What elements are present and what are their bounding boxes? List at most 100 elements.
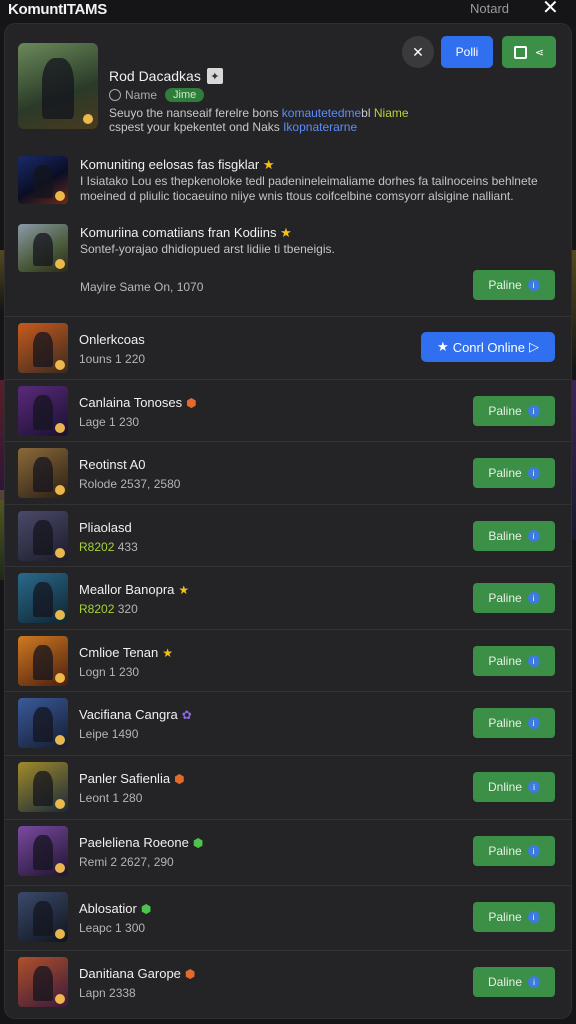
item-subtitle: Remi 2 2627, 290 xyxy=(79,855,174,869)
post-thumbnail xyxy=(18,224,68,272)
list-item[interactable]: Panler Safienlia ⬢ Leont 1 280 Dnline i xyxy=(5,755,571,819)
item-name: Meallor Banopra ★ xyxy=(79,582,190,597)
item-action-button[interactable]: Paline i xyxy=(473,583,555,613)
post-title: Komuriina comatiians fran Kodiins xyxy=(80,225,277,240)
item-subtitle: R8202 433 xyxy=(79,540,138,554)
item-name: Panler Safienlia ⬢ xyxy=(79,771,185,786)
list-item[interactable]: Meallor Banopra ★ R8202 320 Paline i xyxy=(5,566,571,630)
item-action-button[interactable]: Daline i xyxy=(473,967,555,997)
item-subtitle: Logn 1 230 xyxy=(79,665,140,679)
item-name: Pliaolasd xyxy=(79,520,132,535)
item-thumbnail xyxy=(18,323,68,373)
info-icon: i xyxy=(528,976,541,988)
item-subtitle: Lage 1 230 xyxy=(79,415,140,429)
item-thumbnail xyxy=(18,386,68,436)
badge-icon: ★ xyxy=(162,645,174,660)
item-action-button[interactable]: Paline i xyxy=(473,836,555,866)
item-name: Canlaina Tonoses ⬢ xyxy=(79,395,197,410)
badge-icon: ★ xyxy=(178,582,190,597)
item-name: Vacifiana Cangra ✿ xyxy=(79,707,192,722)
list-item[interactable]: Danitiana Garope ⬢ Lapn 2338 Daline i xyxy=(5,950,571,1014)
list-item[interactable]: Paeleliena Roeone ⬢ Remi 2 2627, 290 Paline… xyxy=(5,819,571,883)
status-tag: Jime xyxy=(165,88,205,102)
share-icon: ⋖ xyxy=(534,46,545,59)
info-icon: i xyxy=(527,279,540,291)
item-thumbnail xyxy=(18,826,68,876)
info-icon: i xyxy=(527,592,540,604)
star-icon: ★ xyxy=(280,225,292,240)
list-item[interactable]: Cmlioe Tenan ★ Logn 1 230 Paline i xyxy=(5,629,571,693)
post-text: Sontef-yorajao dhidiopued arst lidiie ti… xyxy=(80,242,335,256)
item-thumbnail xyxy=(18,448,68,498)
item-subtitle: 1ouns 1 220 xyxy=(79,352,146,366)
item-action-button[interactable]: Paline i xyxy=(473,646,555,676)
item-name: Ablosatior ⬢ xyxy=(79,901,152,916)
close-icon[interactable]: ✕ xyxy=(542,0,559,18)
section-action-button[interactable]: Paline i xyxy=(473,270,555,300)
list-item[interactable]: Vacifiana Cangra ✿ Leipe 1490 Paline i xyxy=(5,691,571,755)
clock-icon xyxy=(109,89,121,101)
header-thumbnail xyxy=(18,43,98,129)
item-thumbnail xyxy=(18,957,68,1007)
primary-action-button[interactable]: Polli xyxy=(441,36,493,68)
badge-icon: ⬢ xyxy=(174,771,185,786)
post-thumbnail xyxy=(18,156,68,204)
play-icon: ▷ xyxy=(528,339,539,354)
badge-icon: ⬢ xyxy=(186,395,197,410)
list-item[interactable]: Pliaolasd R8202 433 Baline i xyxy=(5,504,571,568)
list-item[interactable]: Canlaina Tonoses ⬢ Lage 1 230 Paline i xyxy=(5,379,571,443)
item-thumbnail xyxy=(18,511,68,561)
star-icon: ★ xyxy=(437,339,449,354)
info-icon: i xyxy=(527,530,540,542)
item-thumbnail xyxy=(18,698,68,748)
info-icon: i xyxy=(527,911,540,923)
item-thumbnail xyxy=(18,892,68,942)
item-thumbnail xyxy=(18,573,68,623)
pin-icon[interactable]: ✦ xyxy=(206,68,223,84)
list-item[interactable]: Ablosatior ⬢ Leapc 1 300 Paline i xyxy=(5,885,571,949)
window-icon xyxy=(513,45,527,59)
badge-icon: ⬢ xyxy=(184,966,196,981)
section-note: Mayire Same On, 1070 xyxy=(80,280,204,294)
profile-description: Seuyo the nanseaif ferelre bons komautet… xyxy=(109,106,409,134)
item-action-button[interactable]: Paline i xyxy=(473,396,555,426)
info-icon: i xyxy=(527,405,540,417)
item-subtitle: Leont 1 280 xyxy=(79,791,143,805)
profile-name: Rod Dacadkas ✦ xyxy=(109,68,223,84)
item-name: Onlerkcoas xyxy=(79,332,145,347)
share-button[interactable]: ⋖ xyxy=(502,36,556,68)
badge-icon: ⬢ xyxy=(192,835,204,850)
item-name: Paeleliena Roeone ⬢ xyxy=(79,835,204,850)
star-icon: ★ xyxy=(262,157,275,172)
item-action-button[interactable]: Paline i xyxy=(473,708,555,738)
info-icon: i xyxy=(527,845,540,857)
dismiss-button[interactable]: ✕ xyxy=(402,36,434,68)
item-thumbnail xyxy=(18,762,68,812)
item-action-button[interactable]: Paline i xyxy=(473,458,555,488)
info-icon: i xyxy=(527,717,540,729)
item-action-button[interactable]: Paline i xyxy=(473,902,555,932)
main-panel: Rod Dacadkas ✦ Name Jime Seuyo the nanse… xyxy=(5,24,571,1018)
top-bar: KomuntITAMS Notard ✕ xyxy=(0,0,576,20)
profile-meta: Name Jime xyxy=(109,88,205,102)
item-subtitle: Leapc 1 300 xyxy=(79,921,146,935)
item-subtitle: Rolode 2537, 2580 xyxy=(79,477,181,491)
item-action-button[interactable]: Dnline i xyxy=(473,772,555,802)
description-link-2[interactable]: Ikopnaterarne xyxy=(283,120,357,134)
connect-online-button[interactable]: ★ Conrl Online ▷ xyxy=(421,332,555,362)
badge-icon: ✿ xyxy=(181,707,192,722)
status-label: Notard xyxy=(470,1,510,16)
list-item[interactable]: Reotinst A0 Rolode 2537, 2580 Paline i xyxy=(5,441,571,505)
app-title: KomuntITAMS xyxy=(8,1,107,18)
item-subtitle: Leipe 1490 xyxy=(79,727,139,741)
info-icon: i xyxy=(527,655,540,667)
list-item[interactable]: Onlerkcoas 1ouns 1 220 ★ Conrl Online ▷ xyxy=(5,316,571,380)
post-text: I Isiatako Lou es thepkenoloke tedl pade… xyxy=(80,174,538,203)
description-link-1[interactable]: komautetedme xyxy=(282,106,361,120)
item-name: Cmlioe Tenan ★ xyxy=(79,645,174,660)
post-title: Komuniting eelosas fas fisgklar xyxy=(80,157,260,172)
info-icon: i xyxy=(528,781,541,793)
item-action-button[interactable]: Baline i xyxy=(473,521,555,551)
info-icon: i xyxy=(527,467,540,479)
item-subtitle: R8202 320 xyxy=(79,602,138,616)
